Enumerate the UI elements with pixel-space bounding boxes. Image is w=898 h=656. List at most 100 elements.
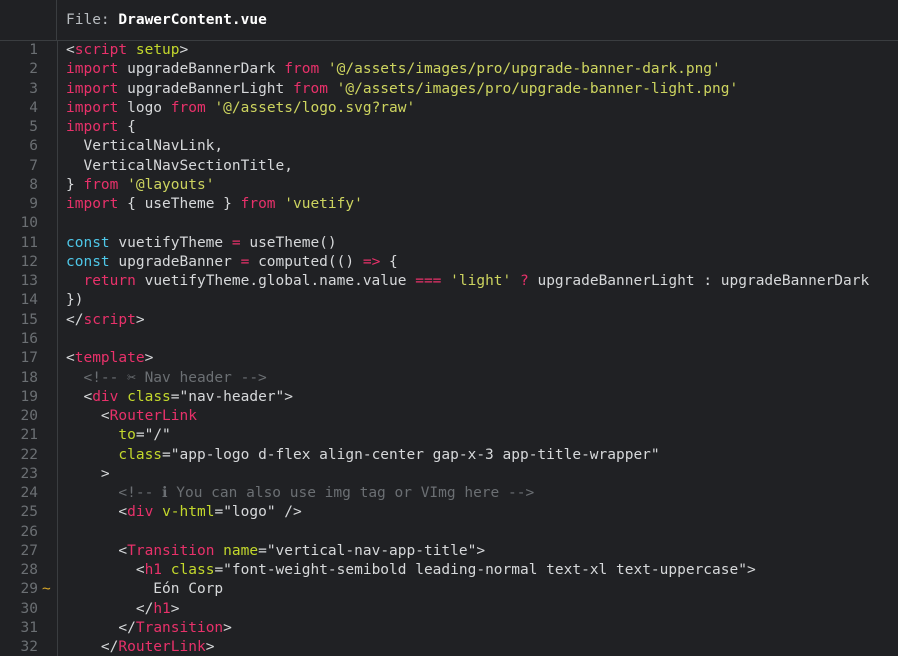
code-viewer: File: DrawerContent.vue 1 <script setup> 2… xyxy=(0,0,898,656)
line-content: <RouterLink xyxy=(66,407,197,426)
line-content: <!-- ℹ You can also use img tag or VImg … xyxy=(66,484,534,503)
token-punct: </ xyxy=(100,639,119,656)
line-number: 1 xyxy=(29,42,38,58)
line-number: 27 xyxy=(20,542,38,559)
line-number: 16 xyxy=(20,330,38,347)
line-number: 4 xyxy=(29,99,38,116)
token-plain: "/" xyxy=(144,427,171,444)
code-line[interactable]: 16 xyxy=(0,330,898,349)
token-kw: import xyxy=(66,196,119,213)
token-str: '@/assets/images/pro/upgrade-banner-dark… xyxy=(327,61,721,78)
line-number: 5 xyxy=(29,119,38,136)
line-content: import { xyxy=(66,118,136,137)
code-line[interactable]: 2 import upgradeBannerDark from '@/assets… xyxy=(0,60,898,79)
code-line[interactable]: 4 import logo from '@/assets/logo.svg?raw… xyxy=(0,99,898,118)
code-line[interactable]: 7 VerticalNavSectionTitle, xyxy=(0,157,898,176)
line-content: to="/" xyxy=(66,426,171,445)
code-line[interactable]: 13 return vuetifyTheme.global.name.value… xyxy=(0,272,898,291)
token-tag: div xyxy=(92,388,119,405)
code-line[interactable]: 6 VerticalNavLink, xyxy=(0,137,898,156)
code-line[interactable]: 27 <Transition name="vertical-nav-app-ti… xyxy=(0,542,898,561)
token-punct: > xyxy=(223,619,232,636)
code-line[interactable]: 30 </h1> xyxy=(0,600,898,619)
token-tag: Transition xyxy=(127,542,215,559)
token-plain: upgradeBannerDark xyxy=(118,61,285,78)
code-line[interactable]: 22 class="app-logo d-flex align-center g… xyxy=(0,446,898,465)
token-plain: }) xyxy=(66,292,84,309)
token-kw: import xyxy=(66,61,119,78)
line-content: VerticalNavLink, xyxy=(66,137,223,156)
token-plain: upgradeBannerLight xyxy=(118,80,293,97)
token-tag: script xyxy=(83,311,136,328)
line-number: 2 xyxy=(29,61,38,78)
line-content: const vuetifyTheme = useTheme() xyxy=(66,234,337,253)
token-punct: > xyxy=(100,465,110,482)
code-line[interactable]: 18 <!-- ✂ Nav header --> xyxy=(0,369,898,388)
code-line[interactable]: 23 > xyxy=(0,465,898,484)
code-line[interactable]: 1 <script setup> xyxy=(0,41,898,60)
code-line[interactable]: 10 xyxy=(0,214,898,233)
token-tag: h1 xyxy=(153,600,171,617)
line-number: 10 xyxy=(20,215,38,232)
line-number: 3 xyxy=(29,80,38,97)
token-punct: < xyxy=(100,408,110,425)
code-line[interactable]: 14}) xyxy=(0,291,898,310)
code-line[interactable]: 31 </Transition> xyxy=(0,619,898,638)
code-line[interactable]: 5 import { xyxy=(0,118,898,137)
token-kw: from xyxy=(170,99,206,116)
token-attr: setup xyxy=(135,42,180,58)
code-line[interactable]: 8} from '@layouts' xyxy=(0,176,898,195)
code-line[interactable]: 3 import upgradeBannerLight from '@/asset… xyxy=(0,80,898,99)
code-line[interactable]: 28 <h1 class="font-weight-semibold leadi… xyxy=(0,561,898,580)
token-const: const xyxy=(66,234,110,251)
code-line[interactable]: 11 const vuetifyTheme = useTheme() xyxy=(0,234,898,253)
token-plain: { xyxy=(380,253,398,270)
line-content: </Transition> xyxy=(66,619,232,638)
code-scroll-area[interactable]: 1 <script setup> 2 import upgradeBannerDark… xyxy=(0,41,898,656)
line-content: import { useTheme } from 'vuetify' xyxy=(66,195,363,214)
token-attr: class xyxy=(170,562,215,579)
token-plain: "font-weight-semibold leading-normal tex… xyxy=(223,562,747,579)
code-line[interactable]: 15 </script> xyxy=(0,311,898,330)
line-number: 26 xyxy=(20,523,38,540)
code-line[interactable]: 29 ~ Eón Corp xyxy=(0,580,898,599)
token-punct: > xyxy=(170,600,180,617)
token-plain: useTheme() xyxy=(240,234,337,251)
code-line[interactable]: 32 </RouterLink> xyxy=(0,638,898,656)
code-line[interactable]: 24 <!-- ℹ You can also use img tag or VI… xyxy=(0,484,898,503)
code-lines: 1 <script setup> 2 import upgradeBannerDark… xyxy=(0,41,898,656)
line-content: <Transition name="vertical-nav-app-title… xyxy=(66,542,485,561)
token-plain: { xyxy=(118,119,136,136)
code-line[interactable]: 17 <template> xyxy=(0,349,898,368)
token-tag: RouterLink xyxy=(118,639,206,656)
token-tag: Transition xyxy=(135,619,224,636)
line-number: 7 xyxy=(29,157,38,174)
code-line[interactable]: 21 to="/" xyxy=(0,426,898,445)
code-line[interactable]: 25 <div v-html="logo" /> xyxy=(0,503,898,522)
token-op: === xyxy=(415,273,442,290)
code-line[interactable]: 9 import { useTheme } from 'vuetify' xyxy=(0,195,898,214)
token-kw: from xyxy=(83,176,119,193)
token-punct: = xyxy=(214,562,224,579)
token-op: ? xyxy=(520,273,529,290)
token-str: 'light' xyxy=(450,273,512,290)
line-number: 29 xyxy=(20,581,38,598)
code-line[interactable]: 19 <div class="nav-header"> xyxy=(0,388,898,407)
token-punct: = xyxy=(162,446,171,463)
code-line[interactable]: 12 const upgradeBanner = computed(() => { xyxy=(0,253,898,272)
code-line[interactable]: 20 <RouterLink xyxy=(0,407,898,426)
token-str: 'vuetify' xyxy=(284,196,363,213)
token-plain: VerticalNavLink, xyxy=(66,138,224,155)
token-op: => xyxy=(362,253,381,270)
code-line[interactable]: 26 xyxy=(0,523,898,542)
